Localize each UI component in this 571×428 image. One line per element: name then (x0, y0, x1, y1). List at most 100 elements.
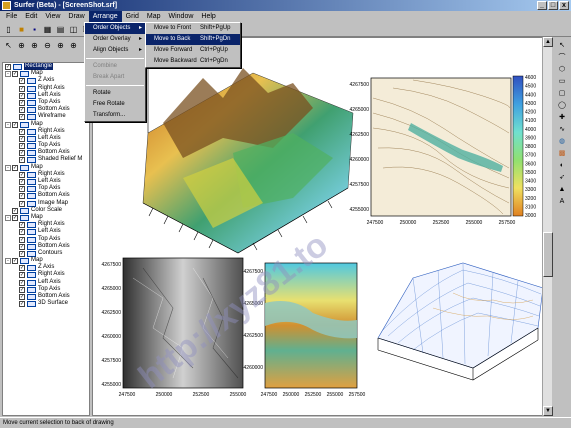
visibility-checkbox[interactable]: ✓ (12, 71, 18, 78)
visibility-checkbox[interactable]: ✓ (19, 193, 25, 200)
menu-transform[interactable]: Transform... (85, 110, 145, 121)
scroll-up-icon[interactable]: ▲ (543, 37, 553, 47)
tree-row[interactable]: - ✓ Map (3, 70, 89, 78)
zoom-page-icon[interactable]: ⊕ (55, 40, 66, 51)
wireframe-icon[interactable]: ▲ (557, 184, 568, 194)
tree-row[interactable]: ✓ Top Axis (3, 236, 89, 243)
visibility-checkbox[interactable]: ✓ (19, 92, 25, 99)
tree-row[interactable]: ✓ Bottom Axis (3, 192, 89, 200)
shaded-relief-map[interactable]: 4267500 4265000 4262500 4260000 4257500 42550… (102, 257, 247, 398)
zoom-fit-icon[interactable]: ⊕ (16, 40, 27, 51)
surface-3d-mesh[interactable] (377, 262, 544, 381)
menu-draw[interactable]: Draw (64, 11, 88, 22)
tree-row[interactable]: ✓ Right Axis (3, 85, 89, 92)
visibility-checkbox[interactable]: ✓ (19, 171, 25, 178)
tree-row[interactable]: ✓ Bottom Axis (3, 243, 89, 250)
tree-row[interactable]: ✓ Top Axis (3, 99, 89, 106)
menu-align-objects[interactable]: Align Objects ▸ (85, 45, 145, 56)
minimize-button[interactable]: _ (537, 1, 547, 10)
pointer-icon[interactable]: ↖ (3, 40, 14, 51)
drawing-canvas[interactable]: 4267500 4265000 4262500 4260000 4257500 42550… (92, 37, 552, 416)
vector-map-icon[interactable]: ➶ (557, 172, 568, 182)
visibility-checkbox[interactable]: ✓ (19, 236, 25, 243)
visibility-checkbox[interactable]: ✓ (19, 294, 25, 300)
tree-row[interactable]: ✓ Wireframe (3, 113, 89, 121)
tree-row[interactable]: ✓ 3D Surface (3, 300, 89, 308)
menu-move-forward[interactable]: Move Forward Ctrl+PgUp (146, 45, 240, 56)
tree-row[interactable]: ✓ Z Axis (3, 264, 89, 272)
visibility-checkbox[interactable]: ✓ (12, 207, 18, 214)
visibility-checkbox[interactable]: ✓ (19, 250, 25, 257)
tree-row[interactable]: ✓ Top Axis (3, 142, 89, 150)
visibility-checkbox[interactable]: ✓ (19, 135, 25, 142)
visibility-checkbox[interactable]: ✓ (19, 107, 25, 114)
menu-rotate[interactable]: Rotate (85, 88, 145, 99)
menu-map[interactable]: Map (143, 11, 165, 22)
tree-row[interactable]: ✓ Bottom Axis (3, 106, 89, 114)
tree-row[interactable]: ✓ Left Axis (3, 279, 89, 286)
new-file-icon[interactable]: ▯ (3, 24, 14, 35)
visibility-checkbox[interactable]: ✓ (19, 286, 25, 293)
ellipse-icon[interactable]: ◯ (557, 100, 568, 110)
zoom-out-icon[interactable]: ⊖ (42, 40, 53, 51)
menu-move-to-front[interactable]: Move to Front Shift+PgUp (146, 23, 240, 34)
visibility-checkbox[interactable]: ✓ (19, 179, 25, 185)
tree-row[interactable]: ✓ Contours (3, 250, 89, 257)
menu-combine[interactable]: Combine (85, 61, 145, 72)
tree-row[interactable]: ✓ Bottom Axis (3, 149, 89, 157)
tree-row[interactable]: ✓ Left Axis (3, 92, 89, 99)
polyline-icon[interactable]: ⌒ (557, 52, 568, 62)
tree-row[interactable]: ✓ Image Map (3, 200, 89, 207)
tree-expander-icon[interactable]: - (5, 164, 11, 171)
maximize-button[interactable]: □ (548, 1, 558, 10)
visibility-checkbox[interactable]: ✓ (19, 222, 25, 229)
tree-expander-icon[interactable]: - (5, 214, 11, 221)
print-icon[interactable]: ▤ (55, 24, 66, 35)
menu-arrange[interactable]: Arrange (88, 11, 122, 22)
visibility-checkbox[interactable]: ✓ (19, 265, 25, 272)
tree-expander-icon[interactable]: - (5, 71, 11, 78)
menu-break-apart[interactable]: Break Apart (85, 72, 145, 83)
tree-row[interactable]: ✓ Rectangle (3, 63, 89, 71)
menu-view[interactable]: View (41, 11, 64, 22)
tree-row[interactable]: - ✓ Map (3, 214, 89, 221)
tree-row[interactable]: ✓ Left Axis (3, 228, 89, 236)
menu-move-to-back[interactable]: Move to Back Shift+PgDn (146, 34, 240, 45)
rectangle-icon[interactable]: ▭ (557, 76, 568, 86)
tree-row[interactable]: - ✓ Map (3, 257, 89, 265)
visibility-checkbox[interactable]: ✓ (19, 114, 25, 121)
zoom-extent-icon[interactable]: ⊕ (68, 40, 79, 51)
visibility-checkbox[interactable]: ✓ (19, 186, 25, 193)
color-scale-bar[interactable] (512, 75, 524, 217)
visibility-checkbox[interactable]: ✓ (19, 301, 25, 308)
tree-row[interactable]: ✓ Left Axis (3, 178, 89, 185)
menu-order-objects[interactable]: Order Objects ▸ (85, 23, 145, 34)
menu-help[interactable]: Help (197, 11, 219, 22)
spline-icon[interactable]: ∿ (557, 124, 568, 134)
tree-row[interactable]: ✓ Shaded Relief M (3, 156, 89, 164)
menu-grid[interactable]: Grid (122, 11, 143, 22)
menu-edit[interactable]: Edit (21, 11, 41, 22)
menu-order-overlay[interactable]: Order Overlay ▸ (85, 34, 145, 45)
text-icon[interactable]: A (557, 196, 568, 206)
tree-expander-icon[interactable]: - (5, 258, 11, 265)
preview-icon[interactable]: ◫ (68, 24, 79, 35)
menu-file[interactable]: File (2, 11, 21, 22)
tree-row[interactable]: ✓ Z Axis (3, 77, 89, 85)
menu-window[interactable]: Window (165, 11, 198, 22)
menu-free-rotate[interactable]: Free Rotate (85, 99, 145, 110)
visibility-checkbox[interactable]: ✓ (19, 243, 25, 250)
visibility-checkbox[interactable]: ✓ (19, 128, 25, 135)
visibility-checkbox[interactable]: ✓ (12, 214, 18, 221)
tree-row[interactable]: ✓ Color Scale (3, 207, 89, 214)
visibility-checkbox[interactable]: ✓ (19, 150, 25, 157)
scroll-down-icon[interactable]: ▼ (543, 406, 553, 416)
scroll-thumb[interactable] (543, 232, 553, 277)
visibility-checkbox[interactable]: ✓ (19, 200, 25, 207)
save-icon[interactable]: ▪ (29, 24, 40, 35)
select-arrow-icon[interactable]: ↖ (557, 40, 568, 50)
menu-move-backward[interactable]: Move Backward Ctrl+PgDn (146, 56, 240, 67)
tree-row[interactable]: ✓ Bottom Axis (3, 293, 89, 300)
visibility-checkbox[interactable]: ✓ (12, 164, 18, 171)
visibility-checkbox[interactable]: ✓ (19, 279, 25, 286)
